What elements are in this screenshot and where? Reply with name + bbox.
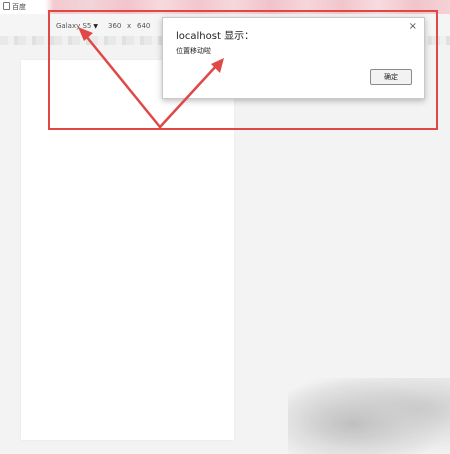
alert-dialog: localhost 显示： × 位置移动啦 确定 (162, 17, 425, 99)
bookmark-baidu[interactable]: 百度 (2, 2, 29, 12)
browser-bookmarks-bar: 百度 (0, 0, 450, 14)
device-width-field[interactable]: 360 (108, 22, 121, 30)
ok-button[interactable]: 确定 (370, 69, 412, 85)
close-icon[interactable]: × (409, 21, 417, 32)
alert-title: localhost 显示： (176, 31, 255, 42)
watermark-blur (288, 378, 450, 454)
bookmark-icon (3, 2, 10, 10)
device-height-field[interactable]: 640 (137, 22, 150, 30)
device-select[interactable]: Galaxy S5 ▼ (56, 22, 98, 30)
chevron-down-icon: ▼ (93, 23, 98, 30)
device-name: Galaxy S5 (56, 22, 92, 30)
device-viewport[interactable] (21, 60, 234, 440)
alert-message: 位置移动啦 (176, 47, 211, 55)
bookmark-label: 百度 (12, 3, 26, 11)
dimension-separator: x (127, 22, 132, 30)
